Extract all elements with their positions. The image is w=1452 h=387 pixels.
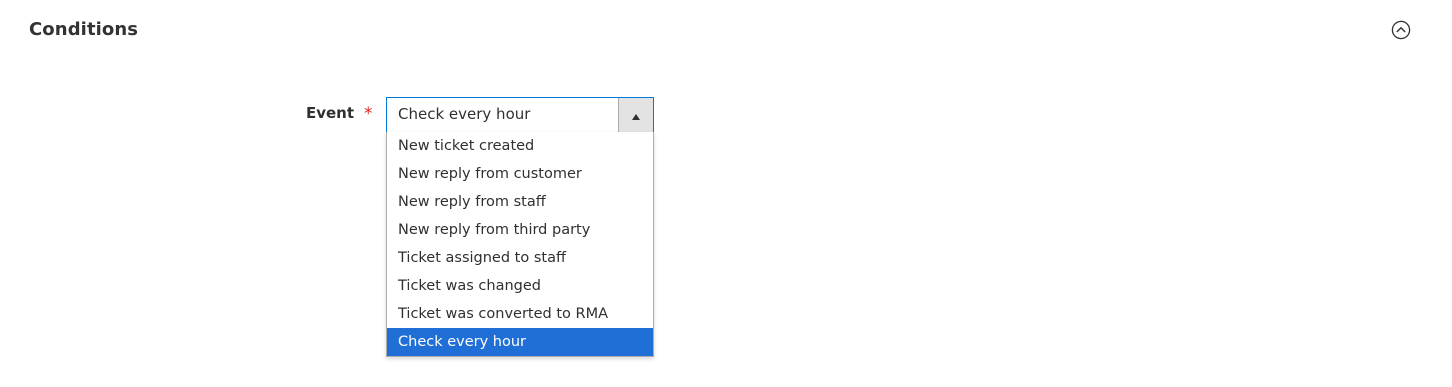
event-option[interactable]: New ticket created [387, 132, 653, 160]
event-option[interactable]: Ticket assigned to staff [387, 244, 653, 272]
event-select[interactable]: Check every hour [386, 97, 654, 133]
event-option[interactable]: Ticket was converted to RMA [387, 300, 653, 328]
event-option-selected[interactable]: Check every hour [387, 328, 653, 356]
event-option[interactable]: Ticket was changed [387, 272, 653, 300]
section-title: Conditions [29, 19, 139, 40]
dropdown-toggle-button[interactable] [618, 98, 653, 132]
required-indicator: * [364, 104, 373, 124]
event-option[interactable]: New reply from third party [387, 216, 653, 244]
chevron-up-circle-icon [1391, 20, 1411, 40]
triangle-up-icon [631, 106, 641, 125]
event-option[interactable]: New reply from staff [387, 188, 653, 216]
event-field-label: Event [305, 104, 354, 122]
event-select-value: Check every hour [398, 105, 531, 123]
collapse-section-button[interactable] [1391, 20, 1411, 40]
event-options-list: New ticket created New reply from custom… [386, 132, 654, 357]
event-option[interactable]: New reply from customer [387, 160, 653, 188]
